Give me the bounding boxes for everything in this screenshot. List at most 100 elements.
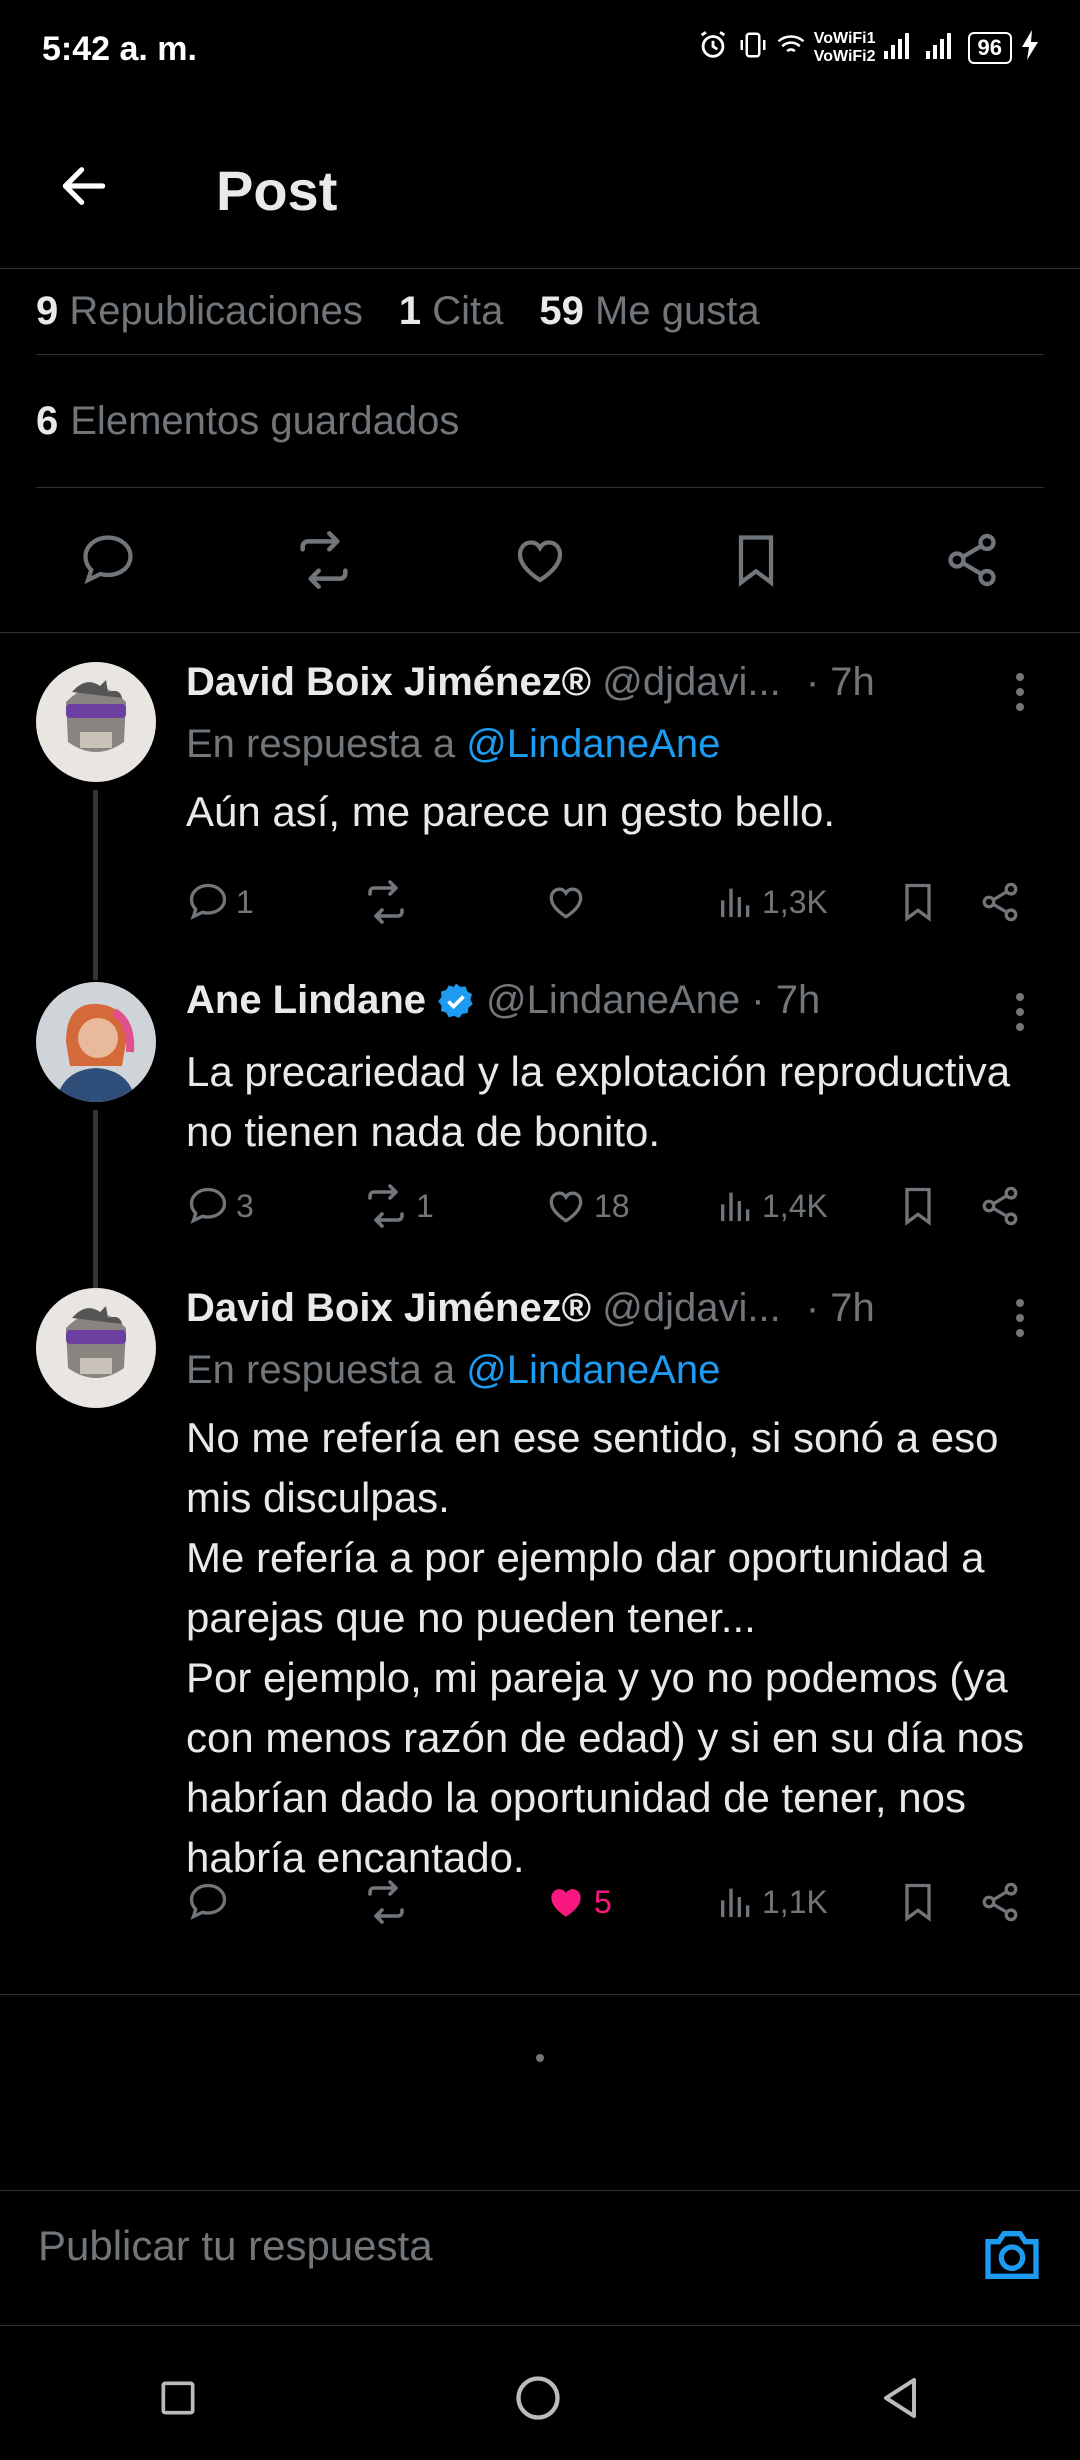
repost-icon <box>368 1880 404 1924</box>
reply-button[interactable] <box>186 1880 236 1924</box>
bookmark-button[interactable] <box>896 1880 940 1924</box>
skull-avatar-icon <box>36 1288 156 1408</box>
recent-apps-button[interactable] <box>156 2376 200 2425</box>
reply-button[interactable]: 3 <box>186 1184 254 1228</box>
like-button[interactable] <box>544 880 594 924</box>
reply-button[interactable]: 1 <box>186 880 254 924</box>
wifi-icon <box>776 30 806 65</box>
vowifi-labels: VoWiFi1 VoWiFi2 <box>814 30 876 66</box>
repost-button[interactable] <box>284 520 364 600</box>
repost-icon <box>368 1184 404 1228</box>
display-name[interactable]: David Boix Jiménez® <box>186 1286 591 1330</box>
like-button[interactable]: 18 <box>544 1184 630 1228</box>
tweet-header: David Boix Jiménez® @djdavi... · 7h <box>186 660 875 705</box>
share-button[interactable] <box>932 520 1012 600</box>
avatar[interactable] <box>36 662 156 782</box>
handle[interactable]: @LindaneAne · 7h <box>486 978 820 1023</box>
more-vertical-icon <box>1016 1299 1024 1337</box>
views-chart-icon <box>721 1192 750 1221</box>
tweet-text: La precariedad y la explotación reproduc… <box>186 1048 1011 1155</box>
bookmark-button[interactable] <box>716 520 796 600</box>
repost-button[interactable] <box>362 1878 416 1926</box>
handle[interactable]: @djdavi... <box>602 1286 780 1330</box>
system-back-button[interactable] <box>876 2374 924 2427</box>
more-options-button[interactable] <box>1000 982 1040 1042</box>
timestamp: · 7h <box>805 660 875 704</box>
repost-count: 1 <box>416 1187 434 1224</box>
square-icon <box>161 2381 195 2414</box>
back-button[interactable] <box>40 142 128 230</box>
bookmark-icon <box>905 1883 931 1922</box>
views-chart-icon <box>721 1888 750 1917</box>
reply-icon <box>189 883 227 920</box>
saved-label: Elementos guardados <box>70 398 460 443</box>
vibrate-icon <box>738 28 768 67</box>
like-button-active[interactable]: 5 <box>544 1880 612 1924</box>
view-count: 1,1K <box>762 1883 828 1920</box>
reply-icon <box>189 1883 227 1920</box>
more-options-button[interactable] <box>1000 1288 1040 1348</box>
bookmarks-stat[interactable]: 6 Elementos guardados <box>36 355 1044 488</box>
camera-button[interactable] <box>980 2223 1044 2292</box>
reply-button[interactable] <box>68 520 148 600</box>
tweet-text: Aún así, me parece un gesto bello. <box>186 788 836 835</box>
post-action-bar <box>0 488 1080 633</box>
status-time: 5:42 a. m. <box>42 30 197 68</box>
mention-link[interactable]: @LindaneAne <box>466 1348 720 1392</box>
reply-tweet[interactable]: David Boix Jiménez® @djdavi... · 7h En r… <box>0 632 1080 962</box>
display-name[interactable]: David Boix Jiménez® <box>186 660 591 704</box>
more-options-button[interactable] <box>1000 662 1040 722</box>
reply-input[interactable] <box>36 2221 940 2271</box>
like-button[interactable] <box>500 520 580 600</box>
display-name[interactable]: Ane Lindane <box>186 978 426 1023</box>
avatar[interactable] <box>36 982 156 1102</box>
like-count: 18 <box>594 1187 630 1224</box>
post-stats: 9 Republicaciones 1 Cita 59 Me gusta <box>36 268 1044 355</box>
tweet-text: No me refería en ese sentido, si sonó a … <box>186 1414 1025 1881</box>
reply-composer <box>0 2190 1080 2326</box>
reply-context: En respuesta a @LindaneAne <box>186 722 720 767</box>
status-bar: 5:42 a. m. VoWiFi1 VoWiFi2 96 <box>0 0 1080 100</box>
reply-context: En respuesta a @LindaneAne <box>186 1348 720 1393</box>
verified-badge-icon <box>438 983 473 1018</box>
reply-tweet[interactable]: Ane Lindane @LindaneAne · 7h La precarie… <box>0 962 1080 1262</box>
system-nav-bar <box>0 2340 1080 2460</box>
mention-link[interactable]: @LindaneAne <box>466 722 720 766</box>
status-icons: VoWiFi1 VoWiFi2 96 <box>696 28 1040 67</box>
views-button[interactable]: 1,1K <box>716 1882 828 1922</box>
share-icon <box>982 882 1018 922</box>
share-button[interactable] <box>978 880 1022 924</box>
home-button[interactable] <box>512 2372 564 2429</box>
reply-count: 3 <box>236 1187 254 1224</box>
circle-icon <box>516 2375 560 2420</box>
heart-icon <box>549 887 583 919</box>
bookmark-button[interactable] <box>896 1184 940 1228</box>
tweet-header: Ane Lindane @LindaneAne · 7h <box>186 978 820 1023</box>
more-vertical-icon <box>1016 993 1024 1031</box>
handle[interactable]: @djdavi... <box>602 660 780 704</box>
bookmark-icon <box>905 1187 931 1226</box>
avatar[interactable] <box>36 1288 156 1408</box>
share-button[interactable] <box>978 1184 1022 1228</box>
share-button[interactable] <box>978 1880 1022 1924</box>
reply-tweet[interactable]: David Boix Jiménez® @djdavi... · 7h En r… <box>0 1262 1080 1992</box>
saved-count: 6 <box>36 398 59 443</box>
camera-icon <box>985 2231 1039 2279</box>
repost-icon <box>300 531 348 589</box>
share-icon <box>982 1186 1018 1226</box>
battery-icon: 96 <box>967 31 1012 64</box>
tweet-actions: 5 1,1K <box>186 1872 1046 1932</box>
repost-button[interactable]: 1 <box>362 1182 434 1230</box>
views-button[interactable]: 1,4K <box>716 1186 828 1226</box>
repost-button[interactable] <box>362 878 416 926</box>
bookmark-button[interactable] <box>896 880 940 924</box>
like-count: 5 <box>594 1883 612 1920</box>
reposts-stat[interactable]: 9 Republicaciones <box>36 289 363 334</box>
reply-prefix: En respuesta a <box>186 1348 456 1392</box>
share-icon <box>982 1882 1018 1922</box>
quotes-stat[interactable]: 1 Cita <box>399 289 504 334</box>
reply-count: 1 <box>236 883 254 920</box>
views-button[interactable]: 1,3K <box>716 882 828 922</box>
likes-stat[interactable]: 59 Me gusta <box>539 289 759 334</box>
bookmark-icon <box>905 883 931 922</box>
